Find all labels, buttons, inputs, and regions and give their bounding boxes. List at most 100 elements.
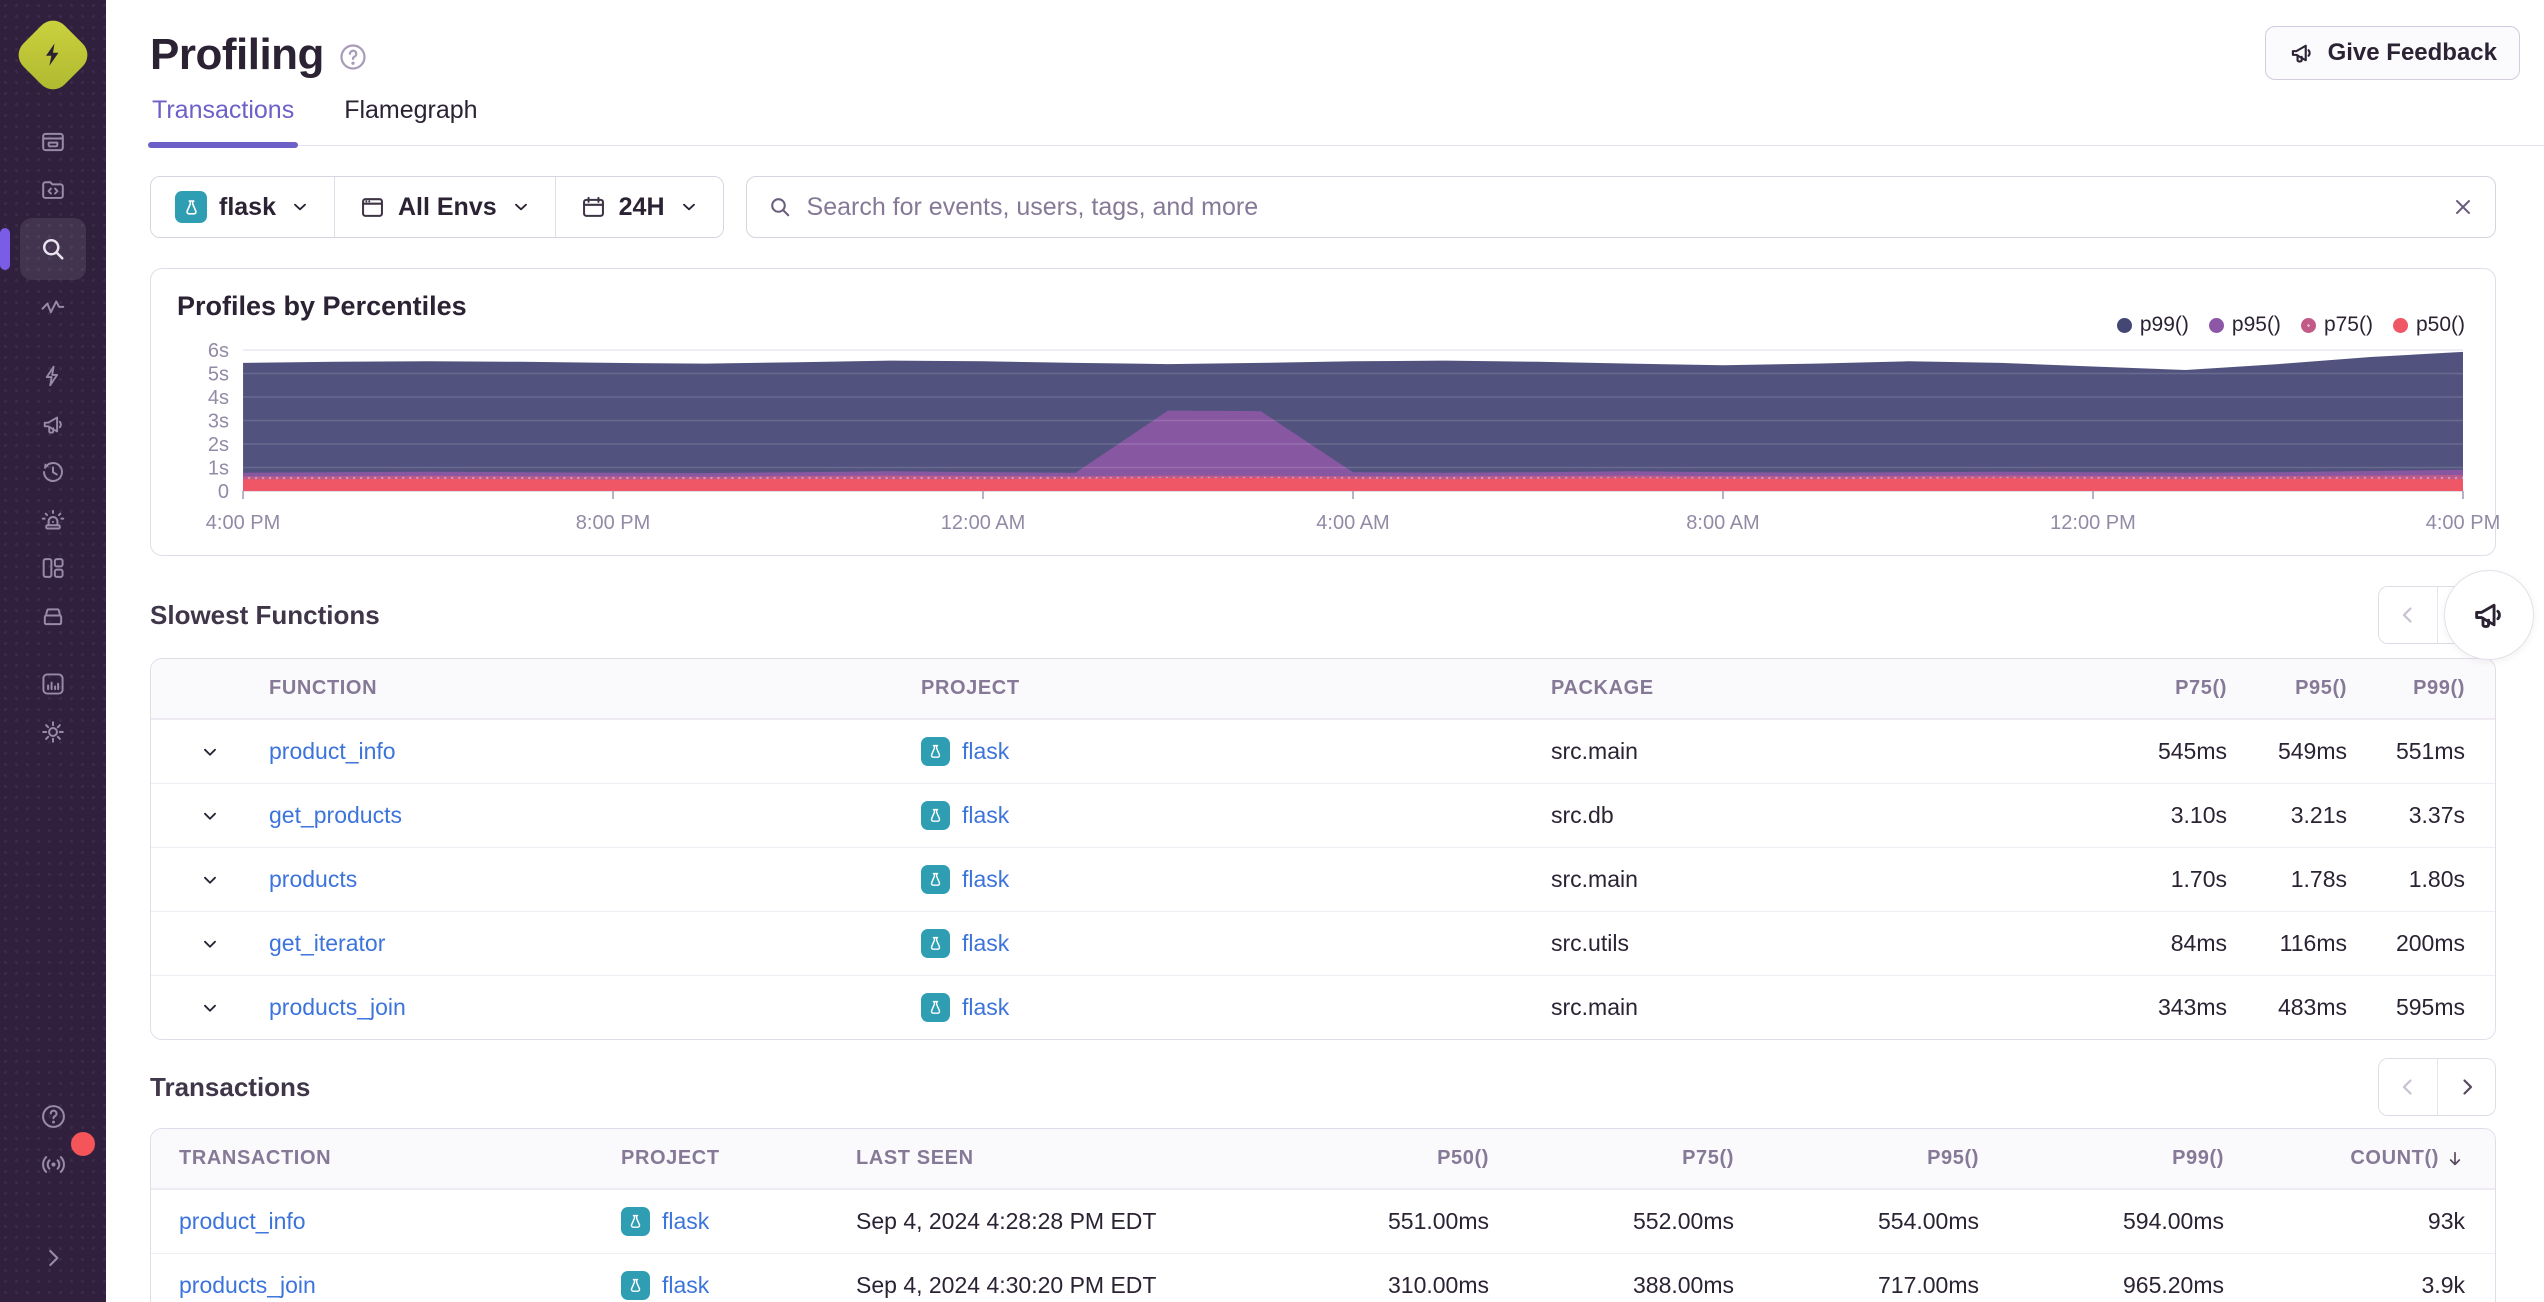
expand-row-button[interactable] [151,997,269,1019]
legend-item[interactable]: p95() [2208,313,2281,337]
legend-label: p99() [2139,313,2189,336]
traces-zigzag-icon [41,300,65,314]
project-cell: flask [621,1271,856,1300]
legend-item[interactable]: p50() [2392,313,2465,337]
active-nav-indicator [0,228,10,270]
p95-value: 3.21s [2290,802,2347,828]
p95-value: 1.78s [2290,866,2347,892]
sidebar-collapse-button[interactable] [29,1234,77,1282]
tab-flamegraph[interactable]: Flamegraph [342,96,479,145]
feedback-megaphone-icon [43,416,62,434]
main-content: Profiling Give Feedback Transactions Fla… [106,0,2544,1302]
slowest-functions-section: Slowest Functions FUNCTION PROJECT PACKAGE… [150,570,2534,1040]
issues-inbox-icon [42,132,64,152]
releases-box-icon [43,608,63,626]
help-question-icon [41,1104,65,1128]
previous-page-button[interactable] [2379,587,2437,643]
y-axis-tick-label: 0 [218,481,229,503]
transaction-link[interactable]: products_join [151,1272,621,1299]
tab-transactions[interactable]: Transactions [147,96,299,148]
table-row: product_info flask src.main 545ms 549ms 551ms [151,719,2495,783]
column-header: P99() [2413,677,2465,699]
sidebar-nav [0,118,106,756]
project-selector[interactable]: flask [151,177,334,237]
sidebar-item-quickstart[interactable] [21,352,85,400]
flask-platform-icon [921,737,950,766]
column-header: LAST SEEN [856,1147,974,1169]
expand-row-button[interactable] [151,741,269,763]
legend-label: p50() [2415,313,2465,336]
expand-row-button[interactable] [151,933,269,955]
project-link[interactable]: flask [662,1208,709,1235]
table-row: get_products flask src.db 3.10s 3.21s 3.37s [151,783,2495,847]
previous-page-button[interactable] [2379,1059,2437,1115]
column-header: FUNCTION [269,677,378,699]
function-link[interactable]: get_iterator [269,930,921,957]
legend-item[interactable]: p75() [2300,313,2373,337]
project-cell: flask [621,1207,856,1236]
function-link[interactable]: products_join [269,994,921,1021]
project-link[interactable]: flask [962,802,1009,829]
p95-value: 116ms [2279,930,2347,956]
sidebar-item-issues[interactable] [21,118,85,166]
search-input[interactable] [806,192,2437,222]
project-link[interactable]: flask [962,866,1009,893]
sidebar-item-releases[interactable] [21,592,85,640]
flask-platform-icon [621,1271,650,1300]
environments-window-icon [362,197,383,217]
sidebar-item-traces[interactable] [21,284,85,332]
legend-dot [2300,317,2316,333]
package-cell: src.utils [1551,930,1629,956]
environment-selector[interactable]: All Envs [333,177,555,237]
project-link[interactable]: flask [962,994,1009,1021]
sidebar-item-projects[interactable] [21,166,85,214]
project-link[interactable]: flask [962,738,1009,765]
count-value: 93k [2427,1208,2465,1234]
legend-label: p75() [2323,313,2373,336]
p75-value: 545ms [2157,738,2227,764]
sidebar-item-settings[interactable] [21,708,85,756]
column-header[interactable]: COUNT() [2224,1147,2495,1170]
column-header: PACKAGE [1551,677,1654,699]
org-logo[interactable] [11,13,95,97]
chevron-left-icon [2402,1079,2412,1095]
p75-value: 552.00ms [1632,1208,1734,1234]
sidebar-item-explore[interactable] [0,218,86,280]
function-link[interactable]: products [269,866,921,893]
function-link[interactable]: get_products [269,802,921,829]
project-link[interactable]: flask [662,1272,709,1299]
clear-search-icon[interactable] [2451,195,2475,219]
sidebar-item-whats-new[interactable] [21,1132,95,1188]
sidebar-item-alerts[interactable] [21,496,85,544]
package-cell: src.main [1551,738,1638,764]
flask-platform-icon [921,929,950,958]
sidebar-item-feedback[interactable] [21,400,85,448]
column-header: TRANSACTION [179,1147,332,1169]
table-row: products_join flask src.main 343ms 483ms 595m… [151,975,2495,1039]
next-page-button[interactable] [2437,1059,2495,1115]
project-link[interactable]: flask [962,930,1009,957]
p99-value: 595ms [2395,994,2465,1020]
transaction-link[interactable]: product_info [151,1208,621,1235]
sidebar-item-help[interactable] [21,1092,85,1140]
sidebar-item-replays[interactable] [21,448,85,496]
table-header-row: TRANSACTION PROJECT LAST SEEN P50() P75() P95… [151,1129,2495,1189]
column-header: P99() [2172,1147,2224,1169]
date-range-selector[interactable]: 24H [554,177,723,237]
page-help-icon[interactable] [338,42,368,72]
p75-value: 1.70s [2170,866,2227,892]
sidebar-item-stats[interactable] [21,660,85,708]
legend-item[interactable]: p99() [2116,313,2189,337]
floating-feedback-button[interactable] [2444,570,2534,660]
sidebar-bottom [0,1092,106,1302]
sidebar-item-dashboards[interactable] [21,544,85,592]
function-link[interactable]: product_info [269,738,921,765]
p75-value: 84ms [2170,930,2227,956]
give-feedback-button[interactable]: Give Feedback [2264,26,2520,80]
alerts-siren-icon [41,509,65,530]
p99-value: 3.37s [2408,802,2465,828]
expand-row-button[interactable] [151,805,269,827]
p99-value: 594.00ms [2122,1208,2224,1234]
expand-row-button[interactable] [151,869,269,891]
column-header: PROJECT [621,1147,720,1169]
